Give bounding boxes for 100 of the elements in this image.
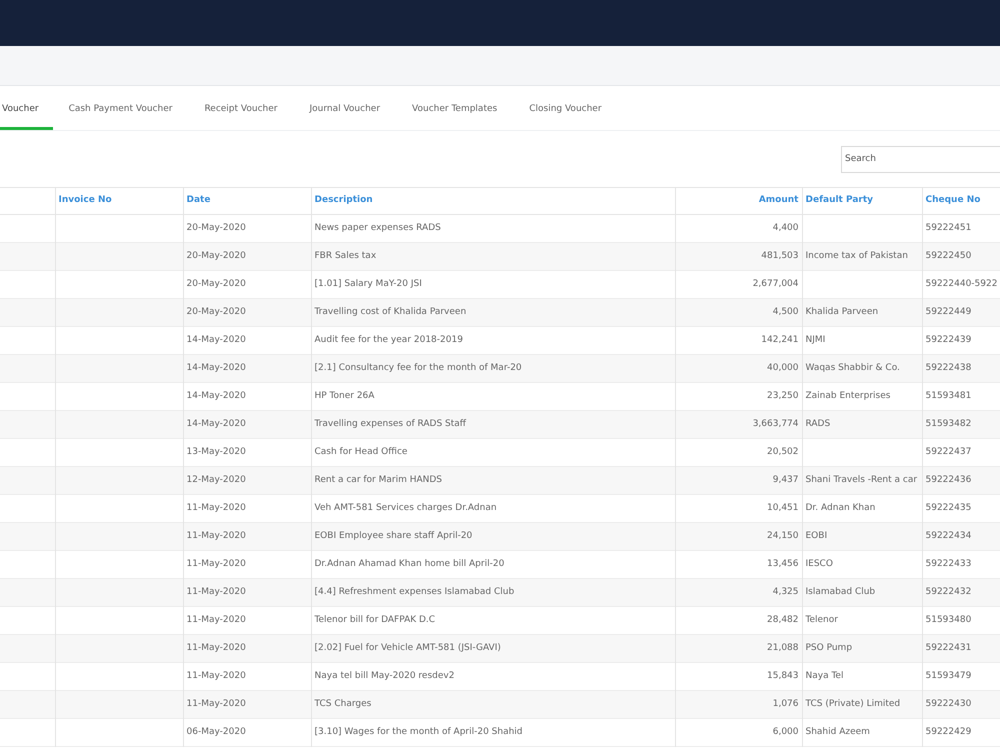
table-cell: 11-May-2020 [186, 642, 246, 653]
search-field[interactable]: Search [841, 146, 1000, 172]
table-cell: Naya tel bill May-2020 resdev2 [314, 670, 454, 681]
table-cell: IESCO [806, 558, 833, 569]
column-header[interactable]: Default Party [806, 195, 874, 206]
table-cell: Travelling cost of Khalida Parveen [314, 306, 466, 317]
table-cell: 3,663,774 [752, 418, 798, 429]
table-cell: 59222440-5922 [926, 278, 998, 289]
table-cell: 14-May-2020 [186, 334, 246, 345]
column-header[interactable]: Cheque No [926, 195, 980, 206]
column-header[interactable]: Amount [758, 195, 798, 206]
table-cell: NJMI [806, 334, 826, 345]
table-cell: TCS (Private) Limited [806, 698, 900, 709]
table-cell: 59222450 [926, 250, 972, 261]
table-cell: 59222449 [926, 306, 972, 317]
table-cell: 13-May-2020 [186, 446, 246, 457]
tab[interactable]: Voucher Templates [396, 93, 514, 130]
table-cell: 2,677,004 [752, 278, 798, 289]
table-cell: 9,437 [772, 474, 798, 485]
table-cell: 28,482 [767, 614, 798, 625]
table-cell: 59222432 [926, 586, 972, 597]
table-cell: HP Toner 26A [314, 390, 374, 401]
table-cell: [2.02] Fuel for Vehicle AMT-581 (JSI-GAVI) [314, 642, 501, 653]
column-header[interactable]: Date [186, 195, 210, 206]
table-cell: 11-May-2020 [186, 502, 246, 513]
table-cell: Waqas Shabbir & Co. [806, 362, 900, 373]
table-cell: 20-May-2020 [186, 278, 246, 289]
table-cell: Naya Tel [806, 670, 844, 681]
table-cell: 40,000 [767, 362, 798, 373]
table-cell: 59222437 [926, 446, 972, 457]
table-cell: Islamabad Club [806, 586, 876, 597]
table-cell: 06-May-2020 [186, 726, 246, 737]
table-cell: 15,843 [767, 670, 798, 681]
table-cell: 14-May-2020 [186, 418, 246, 429]
table-cell: TCS Charges [314, 698, 372, 709]
tab[interactable]: Receipt Voucher [188, 93, 294, 130]
table-cell: 59222438 [926, 362, 972, 373]
table-cell: [3.10] Wages for the month of April-20 Shahid [314, 726, 523, 737]
table-cell: 59222451 [926, 222, 972, 233]
table-cell: 59222434 [926, 530, 972, 541]
table-cell: Veh AMT-581 Services charges Dr.Adnan [314, 502, 497, 513]
table-cell: 13,456 [767, 558, 798, 569]
table-cell: 11-May-2020 [186, 558, 246, 569]
table-cell: 51593482 [926, 418, 972, 429]
table-cell: 24,150 [767, 530, 798, 541]
table-cell: FBR Sales tax [314, 250, 376, 261]
table-cell: EOBI Employee share staff April-20 [314, 530, 472, 541]
tab[interactable]: Closing Voucher [513, 93, 618, 130]
table-cell: 51593479 [926, 670, 972, 681]
table-cell: 10,451 [767, 502, 798, 513]
table-cell: 59222439 [926, 334, 972, 345]
table-cell: 12-May-2020 [186, 474, 246, 485]
table-cell: 11-May-2020 [186, 698, 246, 709]
table-cell: Dr. Adnan Khan [806, 502, 876, 513]
table-cell: 4,500 [772, 306, 798, 317]
table-cell: 4,325 [772, 586, 798, 597]
table-cell: 51593481 [926, 390, 972, 401]
table-cell: RADS [806, 418, 830, 429]
table-cell: [1.01] Salary MaY-20 JSI [314, 278, 422, 289]
column-header[interactable]: Invoice No [58, 195, 112, 206]
table-cell: Shani Travels -Rent a car [806, 474, 918, 485]
table-cell: 23,250 [767, 390, 798, 401]
table-cell: 481,503 [761, 250, 798, 261]
table-cell: 51593480 [926, 614, 972, 625]
table-cell: Shahid Azeem [806, 726, 870, 737]
table-cell: 59222433 [926, 558, 972, 569]
table-cell: [2.1] Consultancy fee for the month of Mar-20 [314, 362, 522, 373]
table-cell: 59222431 [926, 642, 972, 653]
table-cell: 20-May-2020 [186, 306, 246, 317]
table-cell: 20-May-2020 [186, 222, 246, 233]
tab[interactable]: Journal Voucher [293, 93, 396, 130]
table-cell: 11-May-2020 [186, 670, 246, 681]
table-cell: Zainab Enterprises [806, 390, 890, 401]
table-cell: 11-May-2020 [186, 614, 246, 625]
table-cell: Audit fee for the year 2018-2019 [314, 334, 463, 345]
table-cell: Travelling expenses of RADS Staff [314, 418, 466, 429]
table-cell: Khalida Parveen [806, 306, 878, 317]
table-cell: EOBI [806, 530, 828, 541]
column-header[interactable]: Description [314, 195, 373, 206]
table-cell: Telenor [806, 614, 838, 625]
table-cell: Telenor bill for DAFPAK D.C [314, 614, 436, 625]
table-cell: 11-May-2020 [186, 530, 246, 541]
table-cell: Rent a car for Marim HANDS [314, 474, 442, 485]
table-cell: 59222430 [926, 698, 972, 709]
table-cell: 14-May-2020 [186, 390, 246, 401]
table-cell: 14-May-2020 [186, 362, 246, 373]
table-cell: Dr.Adnan Ahamad Khan home bill April-20 [314, 558, 504, 569]
table-cell: 21,088 [767, 642, 798, 653]
tab[interactable]: Voucher [0, 93, 53, 130]
table-cell: News paper expenses RADS [314, 222, 441, 233]
tab[interactable]: Cash Payment Voucher [52, 93, 188, 130]
table-cell: Cash for Head Office [314, 446, 408, 457]
table-cell: 20,502 [767, 446, 798, 457]
table-cell: 1,076 [772, 698, 798, 709]
table-cell: 11-May-2020 [186, 586, 246, 597]
table-cell: 59222436 [926, 474, 972, 485]
table-cell: PSO Pump [806, 642, 852, 653]
table-cell: 20-May-2020 [186, 250, 246, 261]
table-cell: [4.4] Refreshment expenses Islamabad Club [314, 586, 514, 597]
table-cell: 142,241 [761, 334, 798, 345]
